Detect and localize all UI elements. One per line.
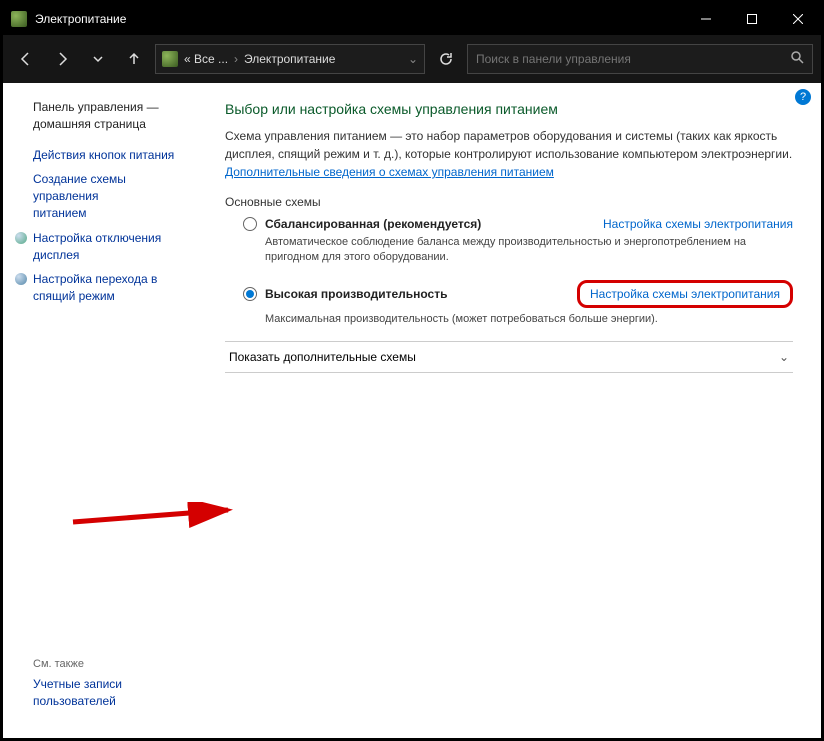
page-description: Схема управления питанием — это набор па…: [225, 127, 793, 181]
addr-icon: [162, 51, 178, 67]
refresh-button[interactable]: [431, 44, 461, 74]
monitor-icon: [15, 232, 27, 244]
chevron-down-icon[interactable]: ⌄: [408, 52, 418, 66]
search-icon[interactable]: [790, 50, 804, 69]
plan-high-name: Высокая производительность: [265, 287, 447, 301]
page-heading: Выбор или настройка схемы управления пит…: [225, 101, 793, 117]
plan-balanced-settings-link[interactable]: Настройка схемы электропитания: [603, 217, 793, 231]
sidebar-item-display-off[interactable]: Настройка отключениядисплея: [33, 230, 191, 264]
minimize-button[interactable]: [683, 3, 729, 35]
section-header: Основные схемы: [225, 195, 793, 209]
sidebar-item-sleep[interactable]: Настройка перехода вспящий режим: [33, 271, 191, 305]
more-info-link[interactable]: Дополнительные сведения о схемах управле…: [225, 165, 554, 179]
sidebar: Панель управления —домашняя страница Дей…: [3, 83, 203, 738]
chevron-right-icon: ›: [234, 52, 238, 66]
sidebar-item-buttons[interactable]: Действия кнопок питания: [33, 147, 191, 164]
search-box[interactable]: [467, 44, 813, 74]
plan-high-performance: Высокая производительность Настройка схе…: [243, 280, 793, 327]
main-panel: ? Выбор или настройка схемы управления п…: [203, 83, 821, 738]
radio-high-performance[interactable]: [243, 287, 257, 301]
plan-high-settings-link[interactable]: Настройка схемы электропитания: [577, 280, 793, 308]
help-icon[interactable]: ?: [795, 89, 811, 105]
plan-balanced-desc: Автоматическое соблюдение баланса между …: [265, 235, 793, 266]
breadcrumb-root[interactable]: « Все ...: [184, 52, 228, 66]
show-more-plans[interactable]: Показать дополнительные схемы ⌄: [225, 341, 793, 373]
toolbar: « Все ... › Электропитание ⌄: [3, 35, 821, 83]
radio-balanced[interactable]: [243, 217, 257, 231]
window-title: Электропитание: [35, 12, 126, 26]
plan-balanced: Сбалансированная (рекомендуется) Настрой…: [243, 217, 793, 266]
sidebar-item-create-plan[interactable]: Создание схемы управленияпитанием: [33, 171, 191, 221]
plan-balanced-name: Сбалансированная (рекомендуется): [265, 217, 481, 231]
chevron-down-icon: ⌄: [779, 350, 789, 364]
sidebar-item-accounts[interactable]: Учетные записипользователей: [33, 676, 122, 710]
see-also-label: См. также: [33, 658, 122, 670]
moon-icon: [15, 273, 27, 285]
recent-button[interactable]: [83, 44, 113, 74]
search-input[interactable]: [476, 52, 790, 66]
forward-button[interactable]: [47, 44, 77, 74]
close-button[interactable]: [775, 3, 821, 35]
breadcrumb-current[interactable]: Электропитание: [244, 52, 335, 66]
title-bar: Электропитание: [3, 3, 821, 35]
up-button[interactable]: [119, 44, 149, 74]
address-bar[interactable]: « Все ... › Электропитание ⌄: [155, 44, 425, 74]
app-icon: [11, 11, 27, 27]
maximize-button[interactable]: [729, 3, 775, 35]
sidebar-home[interactable]: Панель управления —домашняя страница: [33, 99, 191, 133]
back-button[interactable]: [11, 44, 41, 74]
plan-high-desc: Максимальная производительность (может п…: [265, 312, 793, 327]
